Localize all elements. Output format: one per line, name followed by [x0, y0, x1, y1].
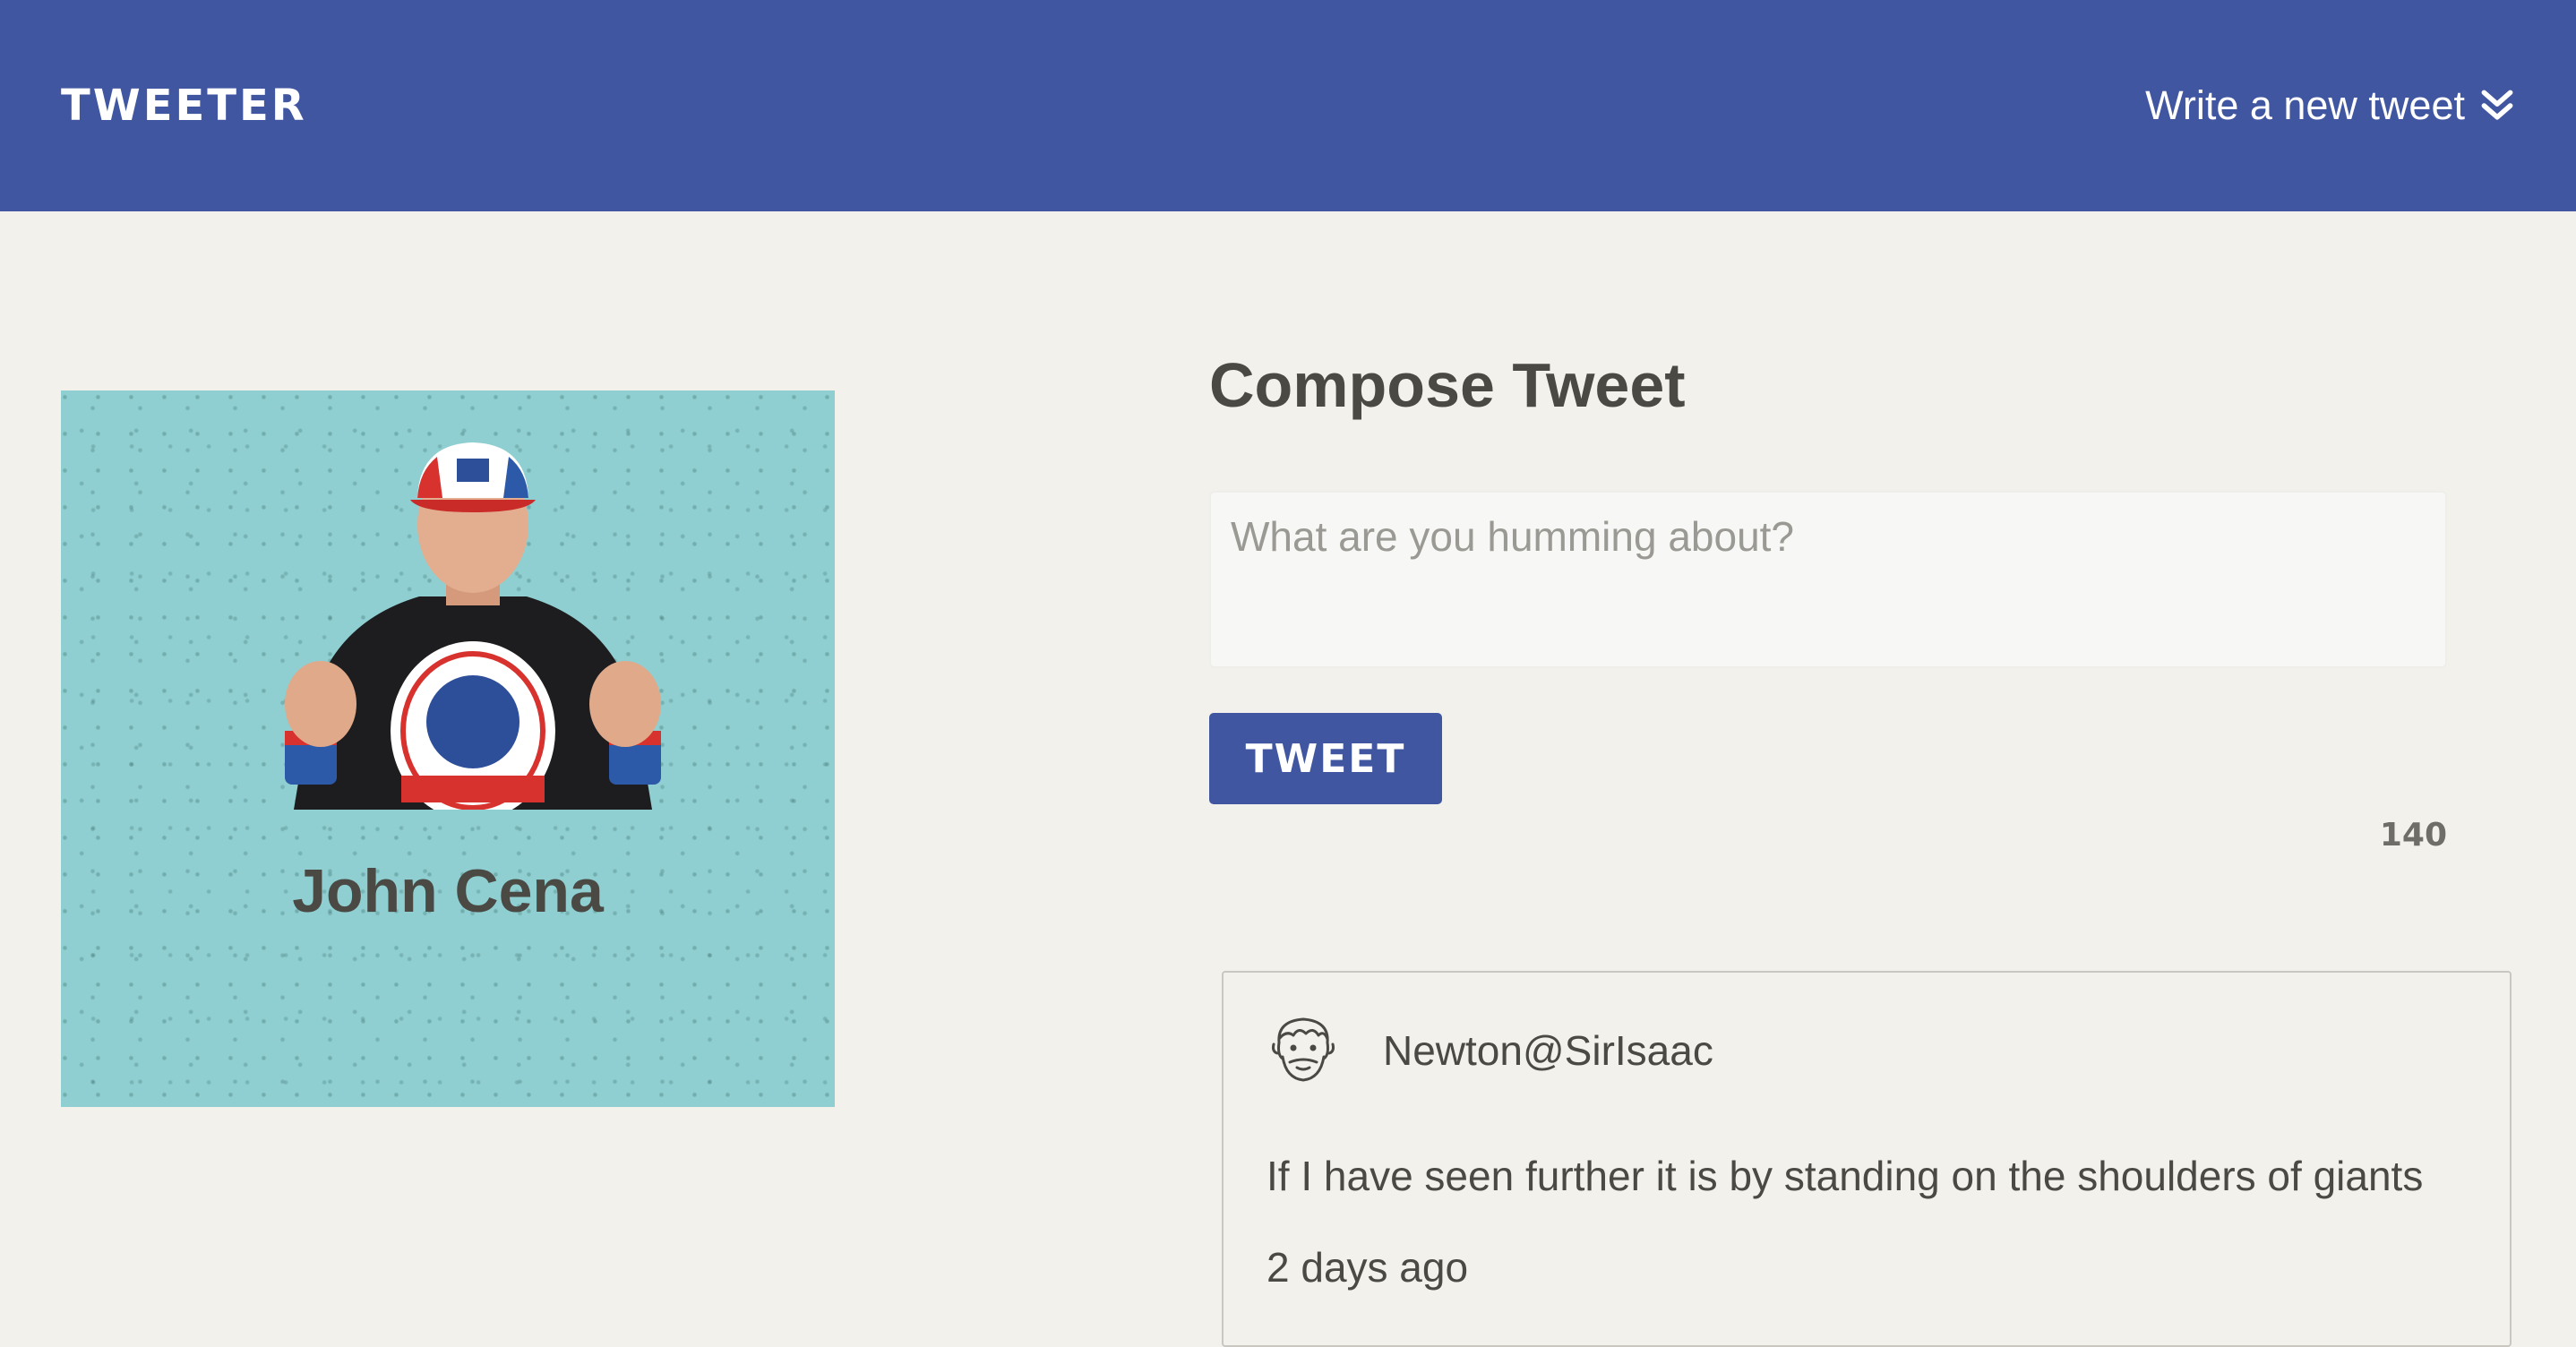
- tweet-input[interactable]: [1209, 491, 2447, 668]
- tweet-card: Newton@SirIsaac If I have seen further i…: [1222, 971, 2512, 1347]
- brand-logo[interactable]: TWEETER: [61, 81, 307, 131]
- tweet-timestamp: 2 days ago: [1267, 1244, 1469, 1291]
- bearded-face-icon: [1272, 1017, 1335, 1082]
- tweet-button[interactable]: TWEET: [1209, 713, 1442, 804]
- compose-title: Compose Tweet: [1209, 350, 1686, 420]
- write-new-tweet-label: Write a new tweet: [2145, 82, 2465, 128]
- tweet-handle[interactable]: Newton@SirIsaac: [1383, 1026, 1713, 1075]
- character-counter: 140: [2379, 817, 2447, 854]
- tweet-text: If I have seen further it is by standing…: [1267, 1153, 2424, 1199]
- profile-avatar: [285, 442, 661, 810]
- profile-name: John Cena: [292, 857, 604, 925]
- write-new-tweet-link[interactable]: Write a new tweet: [2145, 82, 2517, 129]
- profile-card: John Cena: [61, 390, 835, 1107]
- navbar: TWEETER Write a new tweet: [0, 0, 2576, 211]
- double-chevron-down-icon: [2481, 90, 2513, 120]
